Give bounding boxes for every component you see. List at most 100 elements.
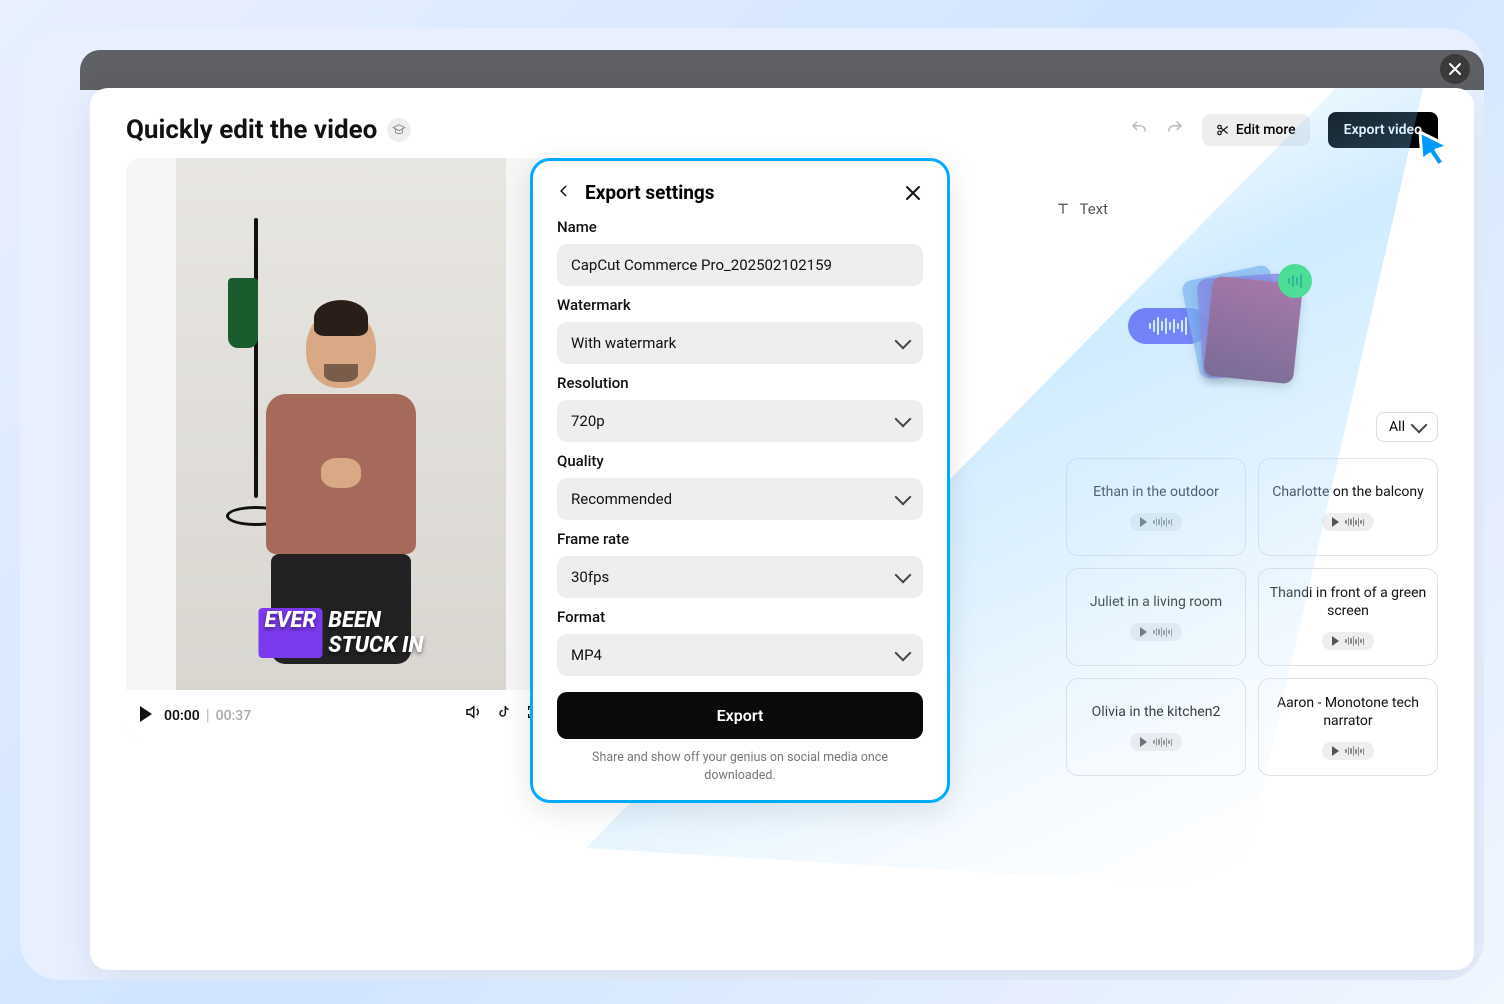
tab-text-label: Text: [1079, 200, 1108, 218]
waveform-icon: [1153, 627, 1172, 637]
waveform-icon: [1345, 517, 1364, 527]
chevron-down-icon: [895, 567, 912, 584]
graduation-icon[interactable]: [387, 118, 411, 142]
filter-dropdown[interactable]: All: [1376, 412, 1438, 442]
framerate-label: Frame rate: [557, 530, 923, 548]
waveform-icon: [1345, 636, 1364, 646]
tab-text[interactable]: Text: [1055, 200, 1108, 218]
export-note: Share and show off your genius on social…: [557, 749, 923, 784]
watermark-value: With watermark: [571, 334, 676, 352]
page-title: Quickly edit the video: [126, 115, 377, 145]
graduation-cap-icon: [392, 123, 406, 137]
modal-title: Export settings: [585, 181, 715, 204]
voice-card[interactable]: Ethan in the outdoor: [1066, 458, 1246, 556]
tiktok-icon: [496, 703, 512, 721]
waveform-icon: [1153, 737, 1172, 747]
window-titlebar: [80, 50, 1484, 90]
voice-card[interactable]: Thandi in front of a green screen: [1258, 568, 1438, 666]
undo-button[interactable]: [1130, 119, 1148, 142]
chevron-down-icon: [895, 489, 912, 506]
voice-name: Juliet in a living room: [1090, 593, 1222, 611]
media-preview-badge: [1148, 278, 1348, 388]
video-column: EVER BEEN STUCK IN 00:00 | 00:37: [126, 158, 556, 950]
voice-card[interactable]: Juliet in a living room: [1066, 568, 1246, 666]
header: Quickly edit the video Edit more Export …: [90, 88, 1474, 158]
voice-play-button[interactable]: [1322, 742, 1374, 760]
voice-play-button[interactable]: [1322, 632, 1374, 650]
volume-button[interactable]: [464, 703, 482, 725]
video-preview[interactable]: EVER BEEN STUCK IN 00:00 | 00:37: [126, 158, 556, 738]
quality-value: Recommended: [571, 490, 672, 508]
caption-highlight-word: EVER: [259, 608, 323, 658]
time-display: 00:00 | 00:37: [164, 705, 251, 724]
close-window-button[interactable]: [1440, 54, 1470, 84]
voice-name: Thandi in front of a green screen: [1269, 584, 1427, 620]
chevron-left-icon: [557, 184, 571, 198]
chevron-down-icon: [895, 645, 912, 662]
format-select[interactable]: MP4: [557, 634, 923, 676]
header-actions: Edit more Export video: [1130, 112, 1438, 148]
resolution-value: 720p: [571, 412, 605, 430]
outer-container: Quickly edit the video Edit more Export …: [20, 28, 1484, 980]
voice-play-button[interactable]: [1322, 513, 1374, 531]
play-button[interactable]: [140, 706, 152, 722]
filter-label: All: [1389, 419, 1405, 435]
voice-grid: Ethan in the outdoor Charlotte on the ba…: [1066, 458, 1438, 776]
volume-icon: [464, 703, 482, 721]
chevron-down-icon: [895, 411, 912, 428]
export-button[interactable]: Export: [557, 692, 923, 739]
name-input[interactable]: [557, 244, 923, 286]
edit-more-label: Edit more: [1236, 122, 1296, 138]
waveform-icon: [1345, 746, 1364, 756]
text-icon: [1055, 201, 1071, 217]
quality-label: Quality: [557, 452, 923, 470]
chevron-down-icon: [895, 333, 912, 350]
audio-badge-icon: [1278, 264, 1312, 298]
quality-select[interactable]: Recommended: [557, 478, 923, 520]
voice-play-button[interactable]: [1130, 623, 1182, 641]
play-icon: [1140, 517, 1147, 527]
undo-icon: [1130, 119, 1148, 137]
export-video-label: Export video: [1344, 122, 1422, 138]
framerate-select[interactable]: 30fps: [557, 556, 923, 598]
play-icon: [1140, 737, 1147, 747]
image-stack: [1198, 278, 1298, 378]
export-settings-modal: Export settings Name Watermark With wate…: [530, 158, 950, 803]
voice-card[interactable]: Charlotte on the balcony: [1258, 458, 1438, 556]
resolution-label: Resolution: [557, 374, 923, 392]
export-video-button[interactable]: Export video: [1328, 112, 1438, 148]
voice-play-button[interactable]: [1130, 733, 1182, 751]
current-time: 00:00: [164, 708, 200, 724]
play-icon: [1332, 636, 1339, 646]
total-time: 00:37: [216, 708, 252, 724]
chevron-down-icon: [1411, 417, 1428, 434]
framerate-value: 30fps: [571, 568, 609, 586]
play-icon: [1332, 517, 1339, 527]
watermark-label: Watermark: [557, 296, 923, 314]
voice-card[interactable]: Olivia in the kitchen2: [1066, 678, 1246, 776]
play-icon: [1332, 746, 1339, 756]
close-icon: [905, 185, 921, 201]
video-scene: EVER BEEN STUCK IN: [176, 158, 506, 738]
voice-play-button[interactable]: [1130, 513, 1182, 531]
caption-rest: BEEN STUCK IN: [328, 608, 423, 658]
format-label: Format: [557, 608, 923, 626]
redo-icon: [1166, 119, 1184, 137]
edit-more-button[interactable]: Edit more: [1202, 114, 1310, 146]
tiktok-button[interactable]: [496, 703, 512, 725]
voice-card[interactable]: Aaron - Monotone tech narrator: [1258, 678, 1438, 776]
format-value: MP4: [571, 646, 602, 664]
resolution-select[interactable]: 720p: [557, 400, 923, 442]
close-icon: [1448, 62, 1462, 76]
name-label: Name: [557, 218, 923, 236]
voice-name: Aaron - Monotone tech narrator: [1269, 694, 1427, 730]
modal-close-button[interactable]: [903, 183, 923, 203]
scissors-icon: [1216, 123, 1230, 137]
watermark-select[interactable]: With watermark: [557, 322, 923, 364]
redo-button[interactable]: [1166, 119, 1184, 142]
back-button[interactable]: [557, 182, 571, 203]
play-icon: [1140, 627, 1147, 637]
time-separator: |: [206, 705, 210, 724]
voice-name: Charlotte on the balcony: [1272, 483, 1424, 501]
waveform-icon: [1149, 317, 1187, 335]
